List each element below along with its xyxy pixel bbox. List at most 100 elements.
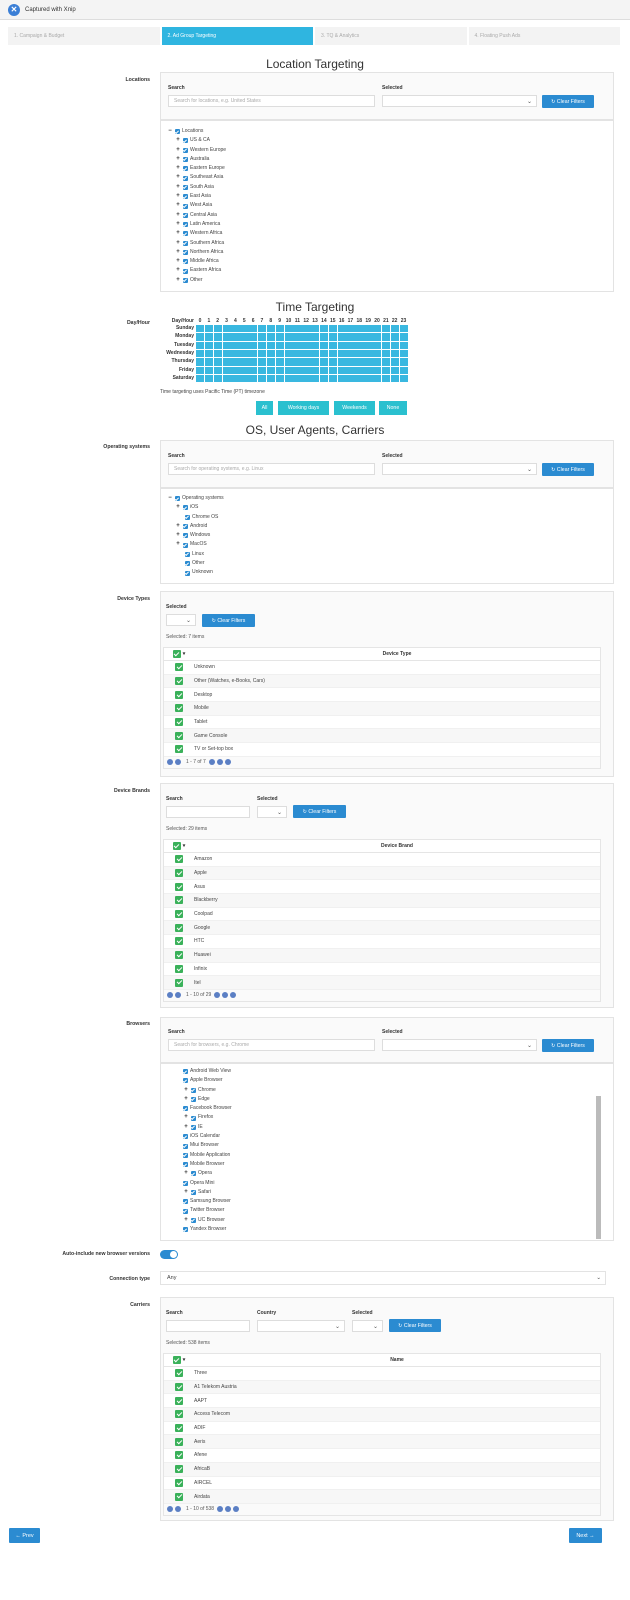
hour-header[interactable]: 16 (338, 318, 346, 324)
checkbox-icon[interactable] (183, 212, 188, 218)
last-page-icon[interactable] (225, 1506, 232, 1513)
time-cell[interactable] (213, 374, 223, 383)
checkbox-icon[interactable] (183, 268, 188, 274)
tree-item[interactable]: + IE (183, 1123, 232, 1132)
time-cell[interactable] (364, 341, 373, 349)
time-cell[interactable] (266, 374, 276, 383)
day-label[interactable]: Monday (175, 333, 194, 339)
location-clear-filters-button[interactable]: ↻ Clear Filters (542, 95, 594, 108)
time-cell[interactable] (293, 341, 302, 349)
row-checkbox[interactable] (164, 978, 194, 987)
table-row[interactable]: Mobile (164, 702, 600, 716)
carriers-search-input[interactable] (166, 1320, 250, 1332)
step-ad-group-targeting[interactable]: 2. Ad Group Targeting (161, 27, 313, 45)
expand-icon[interactable]: + (175, 201, 181, 210)
hour-header[interactable]: 6 (249, 318, 257, 324)
tree-item[interactable]: Twitter Browser (183, 1206, 232, 1215)
time-cell[interactable] (399, 358, 408, 366)
hour-header[interactable]: 8 (267, 318, 275, 324)
time-cell[interactable] (222, 358, 231, 366)
table-row[interactable]: Desktop (164, 688, 600, 703)
checkbox-icon[interactable] (183, 147, 188, 153)
time-cell[interactable] (275, 374, 285, 383)
time-cell[interactable] (266, 366, 276, 374)
expand-icon[interactable]: + (175, 192, 181, 201)
checkbox-icon[interactable] (183, 1134, 188, 1140)
time-cell[interactable] (302, 366, 311, 374)
carriers-clear-filters-button[interactable]: ↻ Clear Filters (389, 1319, 441, 1332)
expand-icon[interactable]: + (183, 1095, 189, 1104)
time-cell[interactable] (319, 366, 329, 374)
table-row[interactable]: Google (164, 921, 600, 936)
time-cell[interactable] (337, 366, 346, 374)
time-cell[interactable] (293, 358, 302, 366)
row-checkbox[interactable] (164, 1451, 194, 1460)
browsers-scrollbar[interactable] (596, 1096, 601, 1239)
time-cell[interactable] (249, 358, 258, 366)
checkbox-icon[interactable] (183, 175, 188, 181)
time-cell[interactable] (196, 333, 205, 341)
hour-header[interactable]: 4 (231, 318, 239, 324)
time-cell[interactable] (196, 341, 205, 349)
expand-icon[interactable]: + (175, 183, 181, 192)
checkbox-icon[interactable] (185, 561, 190, 567)
select-all-checkbox[interactable]: ▾ (164, 650, 194, 658)
table-row[interactable]: Huawei (164, 948, 600, 963)
first-page-icon[interactable] (167, 759, 173, 766)
time-cell[interactable] (302, 341, 311, 349)
row-checkbox[interactable] (164, 1383, 194, 1392)
tree-item[interactable]: + Eastern Africa (167, 266, 226, 275)
brands-clear-filters-button[interactable]: ↻ Clear Filters (293, 805, 346, 818)
table-row[interactable]: Access Telecom (164, 1408, 600, 1422)
time-cell[interactable] (390, 341, 400, 349)
time-cell[interactable] (319, 349, 329, 358)
time-cell[interactable] (222, 349, 231, 358)
step-campaign-budget[interactable]: 1. Campaign & Budget (8, 27, 160, 45)
time-cell[interactable] (311, 325, 320, 333)
tree-item[interactable]: Opera Mini (183, 1179, 232, 1188)
time-cell[interactable] (355, 325, 364, 333)
time-cell[interactable] (293, 333, 302, 341)
brands-selected-dropdown[interactable]: ⌄ (257, 806, 287, 818)
day-label[interactable]: Tuesday (174, 342, 194, 348)
hour-header[interactable]: 19 (364, 318, 372, 324)
tree-item[interactable]: + Android (167, 522, 224, 531)
last-page-icon[interactable] (222, 992, 229, 999)
time-cell[interactable] (196, 358, 205, 366)
tree-item[interactable]: + Firefox (183, 1113, 232, 1122)
expand-icon[interactable]: + (175, 155, 181, 164)
time-cell[interactable] (373, 333, 382, 341)
expand-icon[interactable]: + (183, 1188, 189, 1197)
tree-item[interactable]: + Western Europe (167, 146, 226, 155)
hour-header[interactable]: 21 (382, 318, 390, 324)
table-row[interactable]: Aeris (164, 1435, 600, 1450)
checkbox-icon[interactable] (183, 1180, 188, 1186)
time-cell[interactable] (240, 366, 249, 374)
row-checkbox[interactable] (164, 869, 194, 878)
row-checkbox[interactable] (164, 718, 194, 727)
checkbox-icon[interactable] (175, 496, 180, 502)
carriers-country-dropdown[interactable]: ⌄ (257, 1320, 345, 1332)
tree-item[interactable]: Mobile Application (183, 1151, 232, 1160)
time-cell[interactable] (266, 341, 276, 349)
checkbox-icon[interactable] (185, 551, 190, 557)
location-selected-dropdown[interactable]: ⌄ (382, 95, 537, 107)
row-checkbox[interactable] (164, 1369, 194, 1378)
time-cell[interactable] (337, 341, 346, 349)
time-cell[interactable] (381, 325, 391, 333)
tree-item[interactable]: + Western Africa (167, 229, 226, 238)
time-cell[interactable] (240, 349, 249, 358)
browsers-clear-filters-button[interactable]: ↻ Clear Filters (542, 1039, 594, 1052)
refresh-page-icon[interactable] (230, 992, 237, 999)
time-cell[interactable] (302, 333, 311, 341)
table-row[interactable]: Airdata (164, 1490, 600, 1504)
time-cell[interactable] (284, 358, 293, 366)
time-cell[interactable] (328, 374, 338, 383)
time-cell[interactable] (213, 333, 223, 341)
time-cell[interactable] (257, 341, 267, 349)
row-checkbox[interactable] (164, 937, 194, 946)
tree-item[interactable]: Facebook Browser (183, 1104, 232, 1113)
time-cell[interactable] (364, 349, 373, 358)
row-checkbox[interactable] (164, 677, 194, 686)
tree-item[interactable]: Other (167, 559, 224, 568)
